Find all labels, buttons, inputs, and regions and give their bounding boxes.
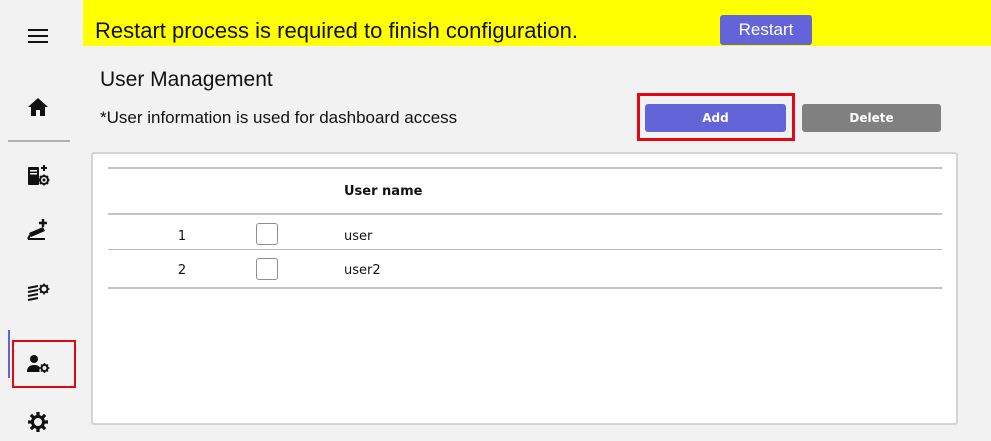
annotation-highlight-add: [637, 93, 795, 141]
server-settings-icon: [28, 165, 50, 186]
active-indicator: [8, 330, 10, 378]
sidebar-item-server-settings[interactable]: [14, 156, 62, 196]
table-bottom-rule: [108, 287, 942, 289]
menu-button[interactable]: [14, 16, 62, 56]
row-username: user: [344, 229, 373, 244]
sidebar: [0, 0, 78, 441]
annotation-highlight-user-settings: [12, 340, 76, 388]
row-username: user2: [344, 263, 381, 278]
sidebar-divider: [8, 140, 70, 142]
page-title: User Management: [100, 68, 273, 91]
menu-icon: [28, 29, 48, 43]
camera-add-icon: [27, 219, 47, 240]
table-header-rule: [108, 213, 942, 215]
delete-button[interactable]: Delete: [802, 104, 941, 132]
user-table-card: User name 1 user 2 user2: [91, 152, 958, 425]
sidebar-item-home[interactable]: [14, 87, 62, 127]
banner-message: Restart process is required to finish co…: [95, 18, 579, 43]
table-top-rule: [108, 167, 942, 169]
app-root: Restart process is required to finish co…: [0, 0, 991, 441]
row-checkbox[interactable]: [256, 223, 278, 245]
row-index: 1: [177, 229, 187, 244]
gear-icon: [28, 412, 48, 432]
restart-button[interactable]: Restart: [720, 15, 812, 45]
sidebar-item-rule-settings[interactable]: [14, 273, 62, 313]
column-header-username: User name: [344, 184, 423, 199]
sidebar-item-camera-add[interactable]: [14, 210, 62, 250]
rule-settings-icon: [27, 283, 50, 301]
row-index: 2: [177, 263, 187, 278]
home-icon: [28, 98, 48, 116]
restart-banner: Restart process is required to finish co…: [83, 0, 991, 46]
row-checkbox[interactable]: [256, 258, 278, 280]
page-note: *User information is used for dashboard …: [100, 108, 458, 127]
row-divider: [108, 249, 942, 250]
sidebar-item-settings[interactable]: [14, 402, 62, 441]
